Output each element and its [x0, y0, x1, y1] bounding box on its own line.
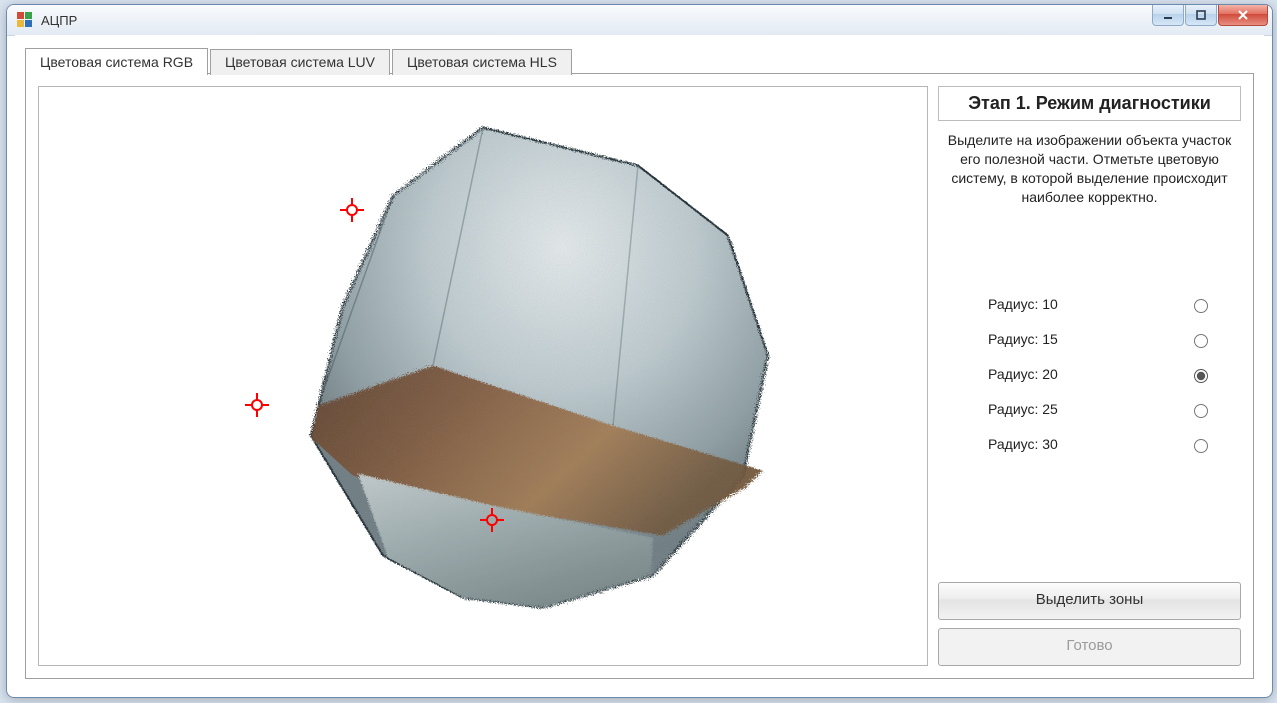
radius-option-25[interactable]: Радиус: 25: [988, 392, 1231, 427]
image-viewport[interactable]: [38, 86, 928, 666]
maximize-button[interactable]: [1185, 5, 1217, 26]
minimize-button[interactable]: [1152, 5, 1184, 26]
radius-group: Радиус: 10 Радиус: 15 Радиус: 20 Радиус:…: [938, 287, 1241, 462]
radius-label: Радиус: 25: [988, 401, 1058, 417]
radius-label: Радиус: 30: [988, 436, 1058, 452]
radius-radio-20[interactable]: [1194, 369, 1208, 383]
sidebar: Этап 1. Режим диагностики Выделите на из…: [938, 86, 1241, 666]
radius-option-30[interactable]: Радиус: 30: [988, 427, 1231, 462]
window-buttons: [1151, 5, 1268, 27]
tab-hls[interactable]: Цветовая система HLS: [392, 49, 572, 75]
radius-option-20[interactable]: Радиус: 20: [988, 357, 1231, 392]
stage-instructions: Выделите на изображении объекта участок …: [938, 121, 1241, 207]
app-window: АЦПР Цветовая система RGB Цветовая систе…: [6, 4, 1273, 698]
close-button[interactable]: [1218, 5, 1268, 26]
radius-option-10[interactable]: Радиус: 10: [988, 287, 1231, 322]
tabstrip: Цветовая система RGB Цветовая система LU…: [25, 47, 574, 74]
radius-radio-15[interactable]: [1194, 334, 1208, 348]
radius-label: Радиус: 20: [988, 366, 1058, 382]
radius-label: Радиус: 10: [988, 296, 1058, 312]
stage-title: Этап 1. Режим диагностики: [938, 86, 1241, 121]
radius-radio-10[interactable]: [1194, 299, 1208, 313]
rock-image: [183, 106, 783, 626]
client-area: Цветовая система RGB Цветовая система LU…: [15, 35, 1264, 689]
select-zones-button[interactable]: Выделить зоны: [938, 582, 1241, 620]
radius-radio-30[interactable]: [1194, 439, 1208, 453]
tab-panel: Этап 1. Режим диагностики Выделите на из…: [25, 73, 1254, 679]
titlebar[interactable]: АЦПР: [7, 5, 1272, 36]
done-button[interactable]: Готово: [938, 628, 1241, 666]
app-title: АЦПР: [41, 13, 77, 28]
radius-radio-25[interactable]: [1194, 404, 1208, 418]
app-icon: [17, 12, 33, 28]
radius-option-15[interactable]: Радиус: 15: [988, 322, 1231, 357]
radius-label: Радиус: 15: [988, 331, 1058, 347]
tab-rgb[interactable]: Цветовая система RGB: [25, 48, 208, 75]
tab-luv[interactable]: Цветовая система LUV: [210, 49, 390, 75]
